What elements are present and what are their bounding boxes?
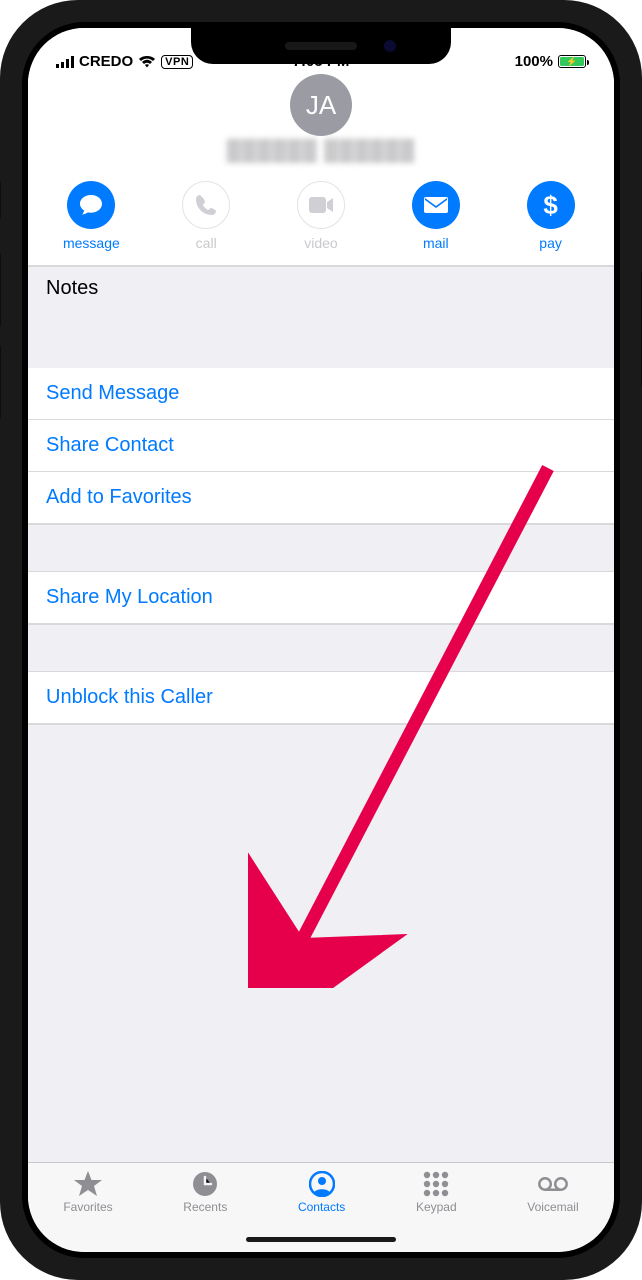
silence-switch: [0, 180, 1, 220]
tab-bar: Favorites Recents Contacts: [28, 1162, 614, 1252]
section-gap: [28, 524, 614, 572]
tab-keypad[interactable]: Keypad: [416, 1171, 457, 1214]
video-button[interactable]: video: [275, 181, 367, 251]
mail-label: mail: [423, 235, 449, 251]
home-indicator[interactable]: [246, 1237, 396, 1242]
voicemail-icon: [538, 1171, 568, 1197]
message-button[interactable]: message: [45, 181, 137, 251]
front-camera: [384, 40, 396, 52]
call-button[interactable]: call: [160, 181, 252, 251]
carrier-label: CREDO: [79, 53, 133, 70]
notes-cell[interactable]: Notes: [28, 266, 614, 368]
share-contact-cell[interactable]: Share Contact: [28, 420, 614, 472]
avatar-initials: JA: [306, 90, 336, 121]
pay-label: pay: [539, 235, 562, 251]
pay-button[interactable]: $ pay: [505, 181, 597, 251]
tab-label: Keypad: [416, 1200, 457, 1214]
message-label: message: [63, 235, 120, 251]
send-message-cell[interactable]: Send Message: [28, 368, 614, 420]
message-icon: [67, 181, 115, 229]
volume-up-button: [0, 252, 1, 327]
video-label: video: [304, 235, 337, 251]
battery-icon: ⚡: [558, 55, 586, 68]
contact-header: JA ██████ ██████: [28, 74, 614, 171]
keypad-icon: [421, 1171, 451, 1197]
quick-actions-row: message call video: [28, 171, 614, 266]
share-location-cell[interactable]: Share My Location: [28, 572, 614, 624]
screen: CREDO VPN 7:05 PM 100% ⚡: [28, 28, 614, 1252]
contact-icon: [307, 1171, 337, 1197]
speaker-grille: [285, 42, 357, 50]
tab-label: Contacts: [298, 1200, 345, 1214]
dollar-symbol: $: [543, 190, 557, 221]
mail-icon: [412, 181, 460, 229]
mail-button[interactable]: mail: [390, 181, 482, 251]
star-icon: [73, 1171, 103, 1197]
add-to-favorites-cell[interactable]: Add to Favorites: [28, 472, 614, 524]
notes-label: Notes: [46, 277, 98, 299]
clock-icon: [190, 1171, 220, 1197]
tab-recents[interactable]: Recents: [183, 1171, 227, 1214]
contact-name: ██████ ██████: [28, 140, 614, 163]
notch: [191, 28, 451, 64]
tab-label: Voicemail: [527, 1200, 578, 1214]
battery-pct-label: 100%: [515, 53, 553, 70]
tab-contacts[interactable]: Contacts: [298, 1171, 345, 1214]
unblock-caller-cell[interactable]: Unblock this Caller: [28, 672, 614, 724]
phone-frame: CREDO VPN 7:05 PM 100% ⚡: [0, 0, 642, 1280]
pay-icon: $: [527, 181, 575, 229]
signal-icon: [56, 56, 74, 68]
tab-voicemail[interactable]: Voicemail: [527, 1171, 578, 1214]
tab-label: Recents: [183, 1200, 227, 1214]
phone-icon: [182, 181, 230, 229]
tab-favorites[interactable]: Favorites: [63, 1171, 112, 1214]
tab-label: Favorites: [63, 1200, 112, 1214]
volume-down-button: [0, 345, 1, 420]
vpn-badge: VPN: [161, 55, 193, 69]
video-icon: [297, 181, 345, 229]
wifi-icon: [138, 55, 156, 68]
avatar[interactable]: JA: [290, 74, 352, 136]
call-label: call: [196, 235, 217, 251]
section-gap: [28, 624, 614, 672]
section-gap: [28, 724, 614, 844]
